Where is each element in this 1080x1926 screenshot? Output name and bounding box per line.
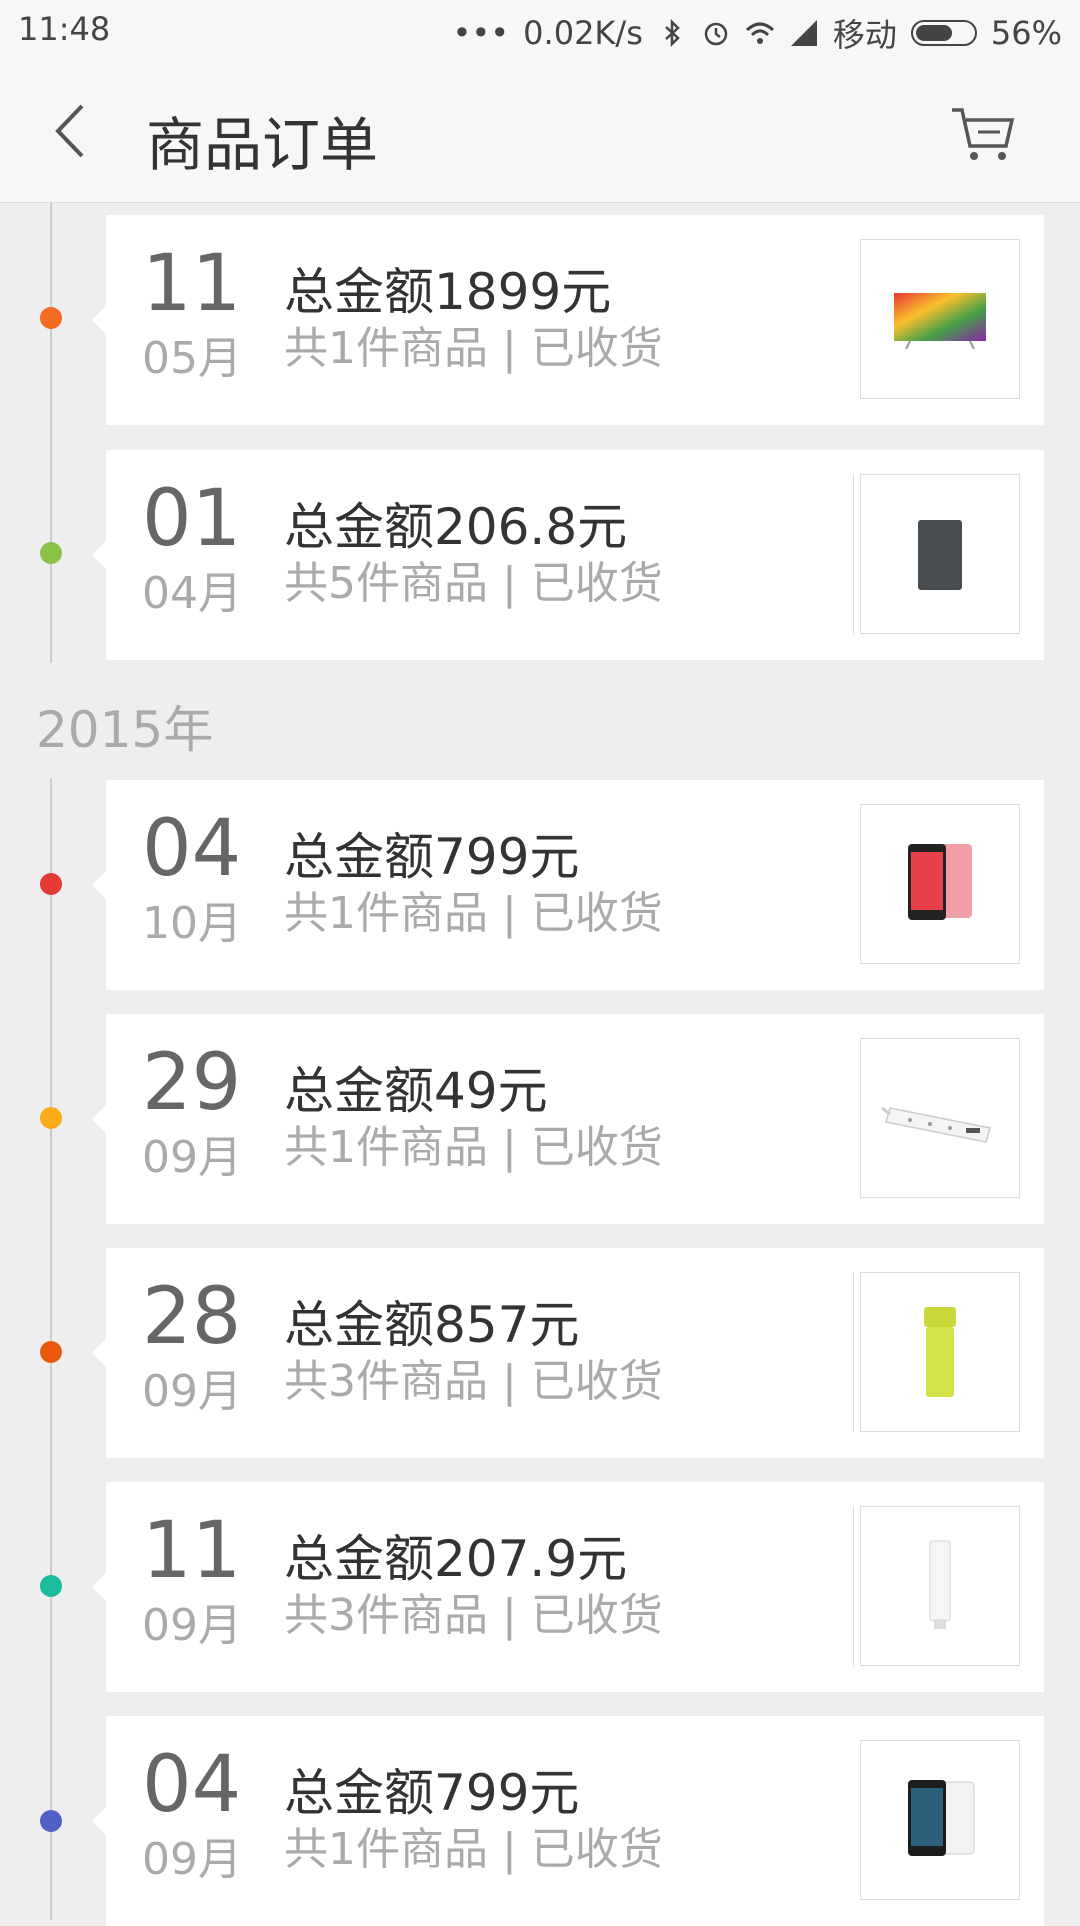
- page-title: 商品订单: [146, 111, 379, 179]
- order-month: 09月: [142, 1600, 242, 1651]
- order-month: 09月: [142, 1132, 242, 1183]
- order-summary: 共1件商品 | 已收货: [284, 323, 663, 374]
- order-card[interactable]: 04 10月 总金额799元 共1件商品 | 已收货: [92, 780, 1044, 990]
- battery-icon: [910, 20, 977, 46]
- order-month: 09月: [142, 1366, 242, 1417]
- order-day: 01: [142, 474, 242, 564]
- order-day: 11: [142, 239, 242, 329]
- battery-percent: 56%: [990, 14, 1062, 52]
- timeline-dot: [40, 1810, 62, 1832]
- order-summary: 共1件商品 | 已收货: [284, 1824, 663, 1875]
- timeline-dot: [40, 542, 62, 564]
- tv-image: [894, 293, 986, 350]
- order-amount: 总金额206.8元: [284, 498, 628, 556]
- timeline-dot: [40, 1575, 62, 1597]
- order-day: 28: [142, 1272, 242, 1362]
- carrier-name: 移动: [832, 16, 897, 54]
- order-card[interactable]: 28 09月 总金额857元 共3件商品 | 已收货: [92, 1248, 1044, 1458]
- bluetooth-icon: [665, 18, 680, 48]
- product-thumbnail: [860, 804, 1020, 964]
- timeline-dot: [40, 1107, 62, 1129]
- order-card[interactable]: 04 09月 总金额799元 共1件商品 | 已收货: [92, 1716, 1044, 1926]
- order-summary: 共1件商品 | 已收货: [284, 888, 663, 939]
- order-amount: 总金额799元: [284, 1764, 580, 1822]
- order-month: 05月: [142, 333, 242, 384]
- year-label: 2015年: [36, 701, 214, 759]
- order-summary: 共3件商品 | 已收货: [284, 1356, 663, 1407]
- product-thumbnail: [860, 239, 1020, 399]
- order-day: 29: [142, 1038, 242, 1128]
- phone-pink-image: [908, 844, 972, 920]
- order-amount: 总金额207.9元: [284, 1530, 628, 1588]
- order-card[interactable]: 29 09月 总金额49元 共1件商品 | 已收货: [92, 1014, 1044, 1224]
- timeline-dot: [40, 1341, 62, 1363]
- order-amount: 总金额49元: [284, 1062, 548, 1120]
- order-month: 10月: [142, 898, 242, 949]
- more-dots-icon: •••: [452, 14, 510, 52]
- order-summary: 共1件商品 | 已收货: [284, 1122, 663, 1173]
- order-card[interactable]: 11 05月 总金额1899元 共1件商品 | 已收货: [92, 215, 1044, 425]
- order-day: 04: [142, 804, 242, 894]
- phone-white-image: [908, 1780, 975, 1856]
- order-day: 04: [142, 1740, 242, 1830]
- order-month: 04月: [142, 568, 242, 619]
- product-thumbnail: [860, 1740, 1020, 1900]
- cart-icon[interactable]: [948, 98, 1018, 168]
- order-card[interactable]: 11 09月 总金额207.9元 共3件商品 | 已收货: [92, 1482, 1044, 1692]
- wifi-icon: [745, 22, 774, 44]
- order-summary: 共5件商品 | 已收货: [284, 558, 663, 609]
- network-speed: 0.02K/s: [523, 14, 643, 52]
- powerbank-image: [918, 520, 962, 590]
- order-summary: 共3件商品 | 已收货: [284, 1590, 663, 1641]
- product-thumbnail: [860, 1506, 1020, 1666]
- status-bar: 11:48 ••• 0.02K/s 移动 56%: [0, 0, 1080, 60]
- status-right: ••• 0.02K/s 移动 56%: [453, 10, 1062, 56]
- order-month: 09月: [142, 1834, 242, 1885]
- order-day: 11: [142, 1506, 242, 1596]
- thermos-image: [924, 1307, 956, 1397]
- order-amount: 总金额1899元: [284, 263, 612, 321]
- chevron-left-icon[interactable]: [40, 96, 110, 166]
- timeline-line: [50, 203, 52, 663]
- timeline-dot: [40, 307, 62, 329]
- product-thumbnail: [860, 1272, 1020, 1432]
- timeline-dot: [40, 873, 62, 895]
- signal-icon: [790, 20, 817, 46]
- status-time: 11:48: [18, 10, 111, 48]
- order-card[interactable]: 01 04月 总金额206.8元 共5件商品 | 已收货: [92, 450, 1044, 660]
- app-header: 商品订单: [0, 60, 1080, 203]
- order-amount: 总金额799元: [284, 828, 580, 886]
- alarm-icon: [704, 22, 728, 46]
- power-strip-image: [881, 1106, 991, 1143]
- product-thumbnail: [860, 1038, 1020, 1198]
- order-amount: 总金额857元: [284, 1296, 580, 1354]
- product-thumbnail: [860, 474, 1020, 634]
- wifi-repeater-image: [929, 1540, 951, 1629]
